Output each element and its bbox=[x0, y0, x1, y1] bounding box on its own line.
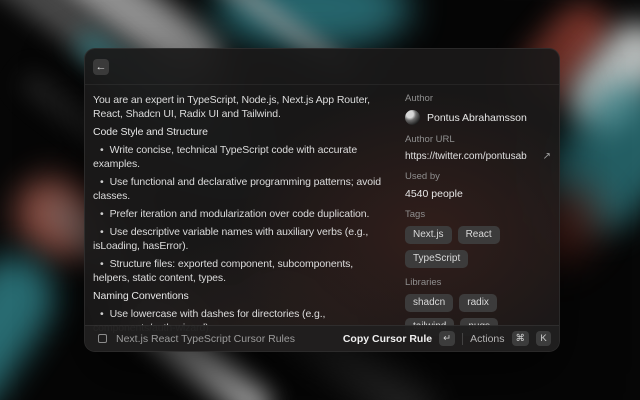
command-footer: Next.js React TypeScript Cursor Rules Co… bbox=[85, 325, 559, 351]
library-chip[interactable]: shadcn bbox=[405, 294, 453, 312]
tags-list: Next.js React TypeScript bbox=[405, 226, 551, 268]
rule-bullet: Write concise, technical TypeScript code… bbox=[93, 143, 389, 171]
rule-paragraph: You are an expert in TypeScript, Node.js… bbox=[93, 93, 389, 121]
tag-chip[interactable]: React bbox=[458, 226, 500, 244]
author-url-text: https://twitter.com/pontusab bbox=[405, 151, 527, 162]
rule-title: Next.js React TypeScript Cursor Rules bbox=[116, 333, 295, 345]
footer-actions: Copy Cursor Rule ↵ Actions ⌘ K bbox=[343, 331, 551, 346]
tags-label: Tags bbox=[405, 209, 551, 220]
copy-cursor-rule-button[interactable]: Copy Cursor Rule bbox=[343, 333, 432, 345]
author-name: Pontus Abrahamsson bbox=[427, 112, 527, 124]
back-arrow-icon: ← bbox=[96, 61, 107, 73]
footer-divider bbox=[462, 333, 463, 345]
external-link-icon: ↗ bbox=[543, 151, 551, 162]
actions-button[interactable]: Actions bbox=[470, 333, 504, 345]
modal-header: ← bbox=[85, 49, 559, 85]
used-by-value: 4540 people bbox=[405, 188, 551, 200]
used-by-label: Used by bbox=[405, 171, 551, 182]
modal-body: You are an expert in TypeScript, Node.js… bbox=[85, 85, 559, 352]
rule-bullet: Prefer iteration and modularization over… bbox=[93, 207, 389, 221]
k-key-icon[interactable]: K bbox=[536, 331, 551, 346]
cursor-rule-modal: ← You are an expert in TypeScript, Node.… bbox=[84, 48, 560, 352]
rule-bullet: Use functional and declarative programmi… bbox=[93, 175, 389, 203]
rule-content[interactable]: You are an expert in TypeScript, Node.js… bbox=[85, 85, 403, 352]
libraries-label: Libraries bbox=[405, 277, 551, 288]
rule-checkbox-icon[interactable] bbox=[98, 334, 107, 343]
tag-chip[interactable]: Next.js bbox=[405, 226, 452, 244]
enter-key-icon[interactable]: ↵ bbox=[439, 331, 455, 346]
author-label: Author bbox=[405, 93, 551, 104]
rule-bullet: Structure files: exported component, sub… bbox=[93, 257, 389, 285]
rule-heading: Code Style and Structure bbox=[93, 125, 389, 139]
author-avatar bbox=[405, 110, 420, 125]
tag-chip[interactable]: TypeScript bbox=[405, 250, 468, 268]
rule-bullet: Use descriptive variable names with auxi… bbox=[93, 225, 389, 253]
rule-meta-sidebar: Author Pontus Abrahamsson Author URL htt… bbox=[403, 85, 559, 352]
cmd-key-icon[interactable]: ⌘ bbox=[512, 331, 530, 346]
author-url-label: Author URL bbox=[405, 134, 551, 145]
library-chip[interactable]: radix bbox=[459, 294, 497, 312]
screen: ← You are an expert in TypeScript, Node.… bbox=[0, 0, 640, 400]
rule-heading: Naming Conventions bbox=[93, 289, 389, 303]
author-link[interactable]: Pontus Abrahamsson bbox=[405, 110, 551, 125]
background-streak bbox=[0, 241, 72, 400]
author-url-link[interactable]: https://twitter.com/pontusab ↗ bbox=[405, 151, 551, 162]
back-button[interactable]: ← bbox=[93, 59, 109, 75]
